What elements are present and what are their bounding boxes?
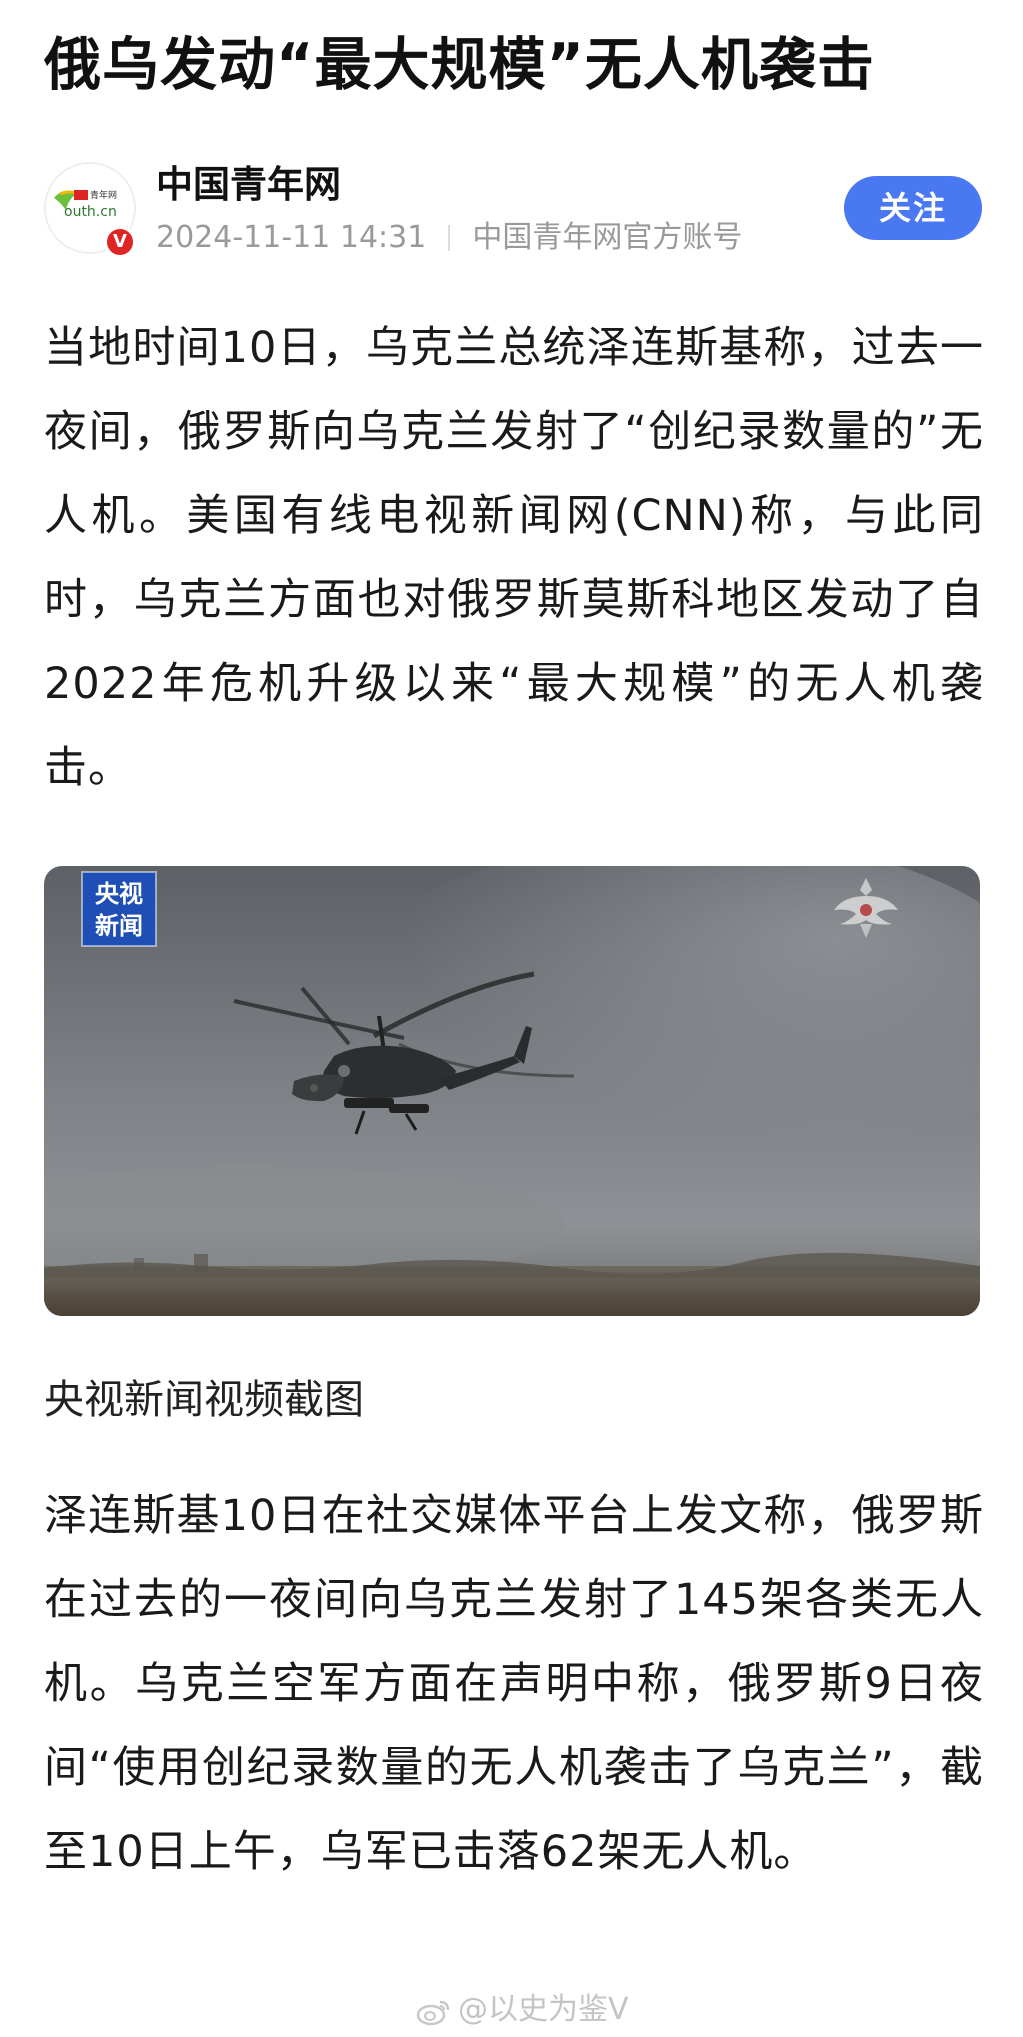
article-paragraph-1: 当地时间10日，乌克兰总统泽连斯基称，过去一夜间，俄罗斯向乌克兰发射了“创纪录数… <box>44 323 984 793</box>
helicopter-video-screenshot: 央视 新闻 <box>44 866 980 1316</box>
weibo-icon <box>416 2000 450 2025</box>
author-meta: 2024-11-11 14:31 中国青年网官方账号 <box>156 218 742 258</box>
cctv-logo-line1: 央视 <box>95 880 143 908</box>
svg-text:青年网: 青年网 <box>90 189 117 201</box>
account-type-label: 中国青年网官方账号 <box>472 220 743 255</box>
svg-text:outh.cn: outh.cn <box>64 204 117 220</box>
article-image[interactable]: 央视 新闻 <box>44 866 980 1316</box>
article-title: 俄乌发动“最大规模”无人机袭击 <box>44 32 875 98</box>
meta-divider <box>448 225 451 251</box>
article-paragraph-2: 泽连斯基10日在社交媒体平台上发文称，俄罗斯在过去的一夜间向乌克兰发射了145架… <box>44 1491 984 1877</box>
verified-v-icon: V <box>104 226 136 258</box>
cctv-logo-line2: 新闻 <box>95 912 143 940</box>
weibo-watermark: @以史为鉴V <box>416 1988 629 2032</box>
publish-timestamp: 2024-11-11 14:31 <box>156 220 427 255</box>
author-avatar[interactable]: 青年网 outh.cn V <box>44 162 136 258</box>
watermark-text: @以史为鉴V <box>458 1992 629 2027</box>
author-name[interactable]: 中国青年网 <box>156 160 341 210</box>
cctv-news-logo: 央视 新闻 <box>81 871 157 947</box>
image-caption: 央视新闻视频截图 <box>44 1377 364 1423</box>
follow-button[interactable]: 关注 <box>844 176 982 240</box>
article-page: 俄乌发动“最大规模”无人机袭击 青年网 outh.cn V 中国青年网 2024… <box>0 0 1023 2037</box>
author-info-row: 青年网 outh.cn V 中国青年网 2024-11-11 14:31 中国青年… <box>44 160 984 260</box>
